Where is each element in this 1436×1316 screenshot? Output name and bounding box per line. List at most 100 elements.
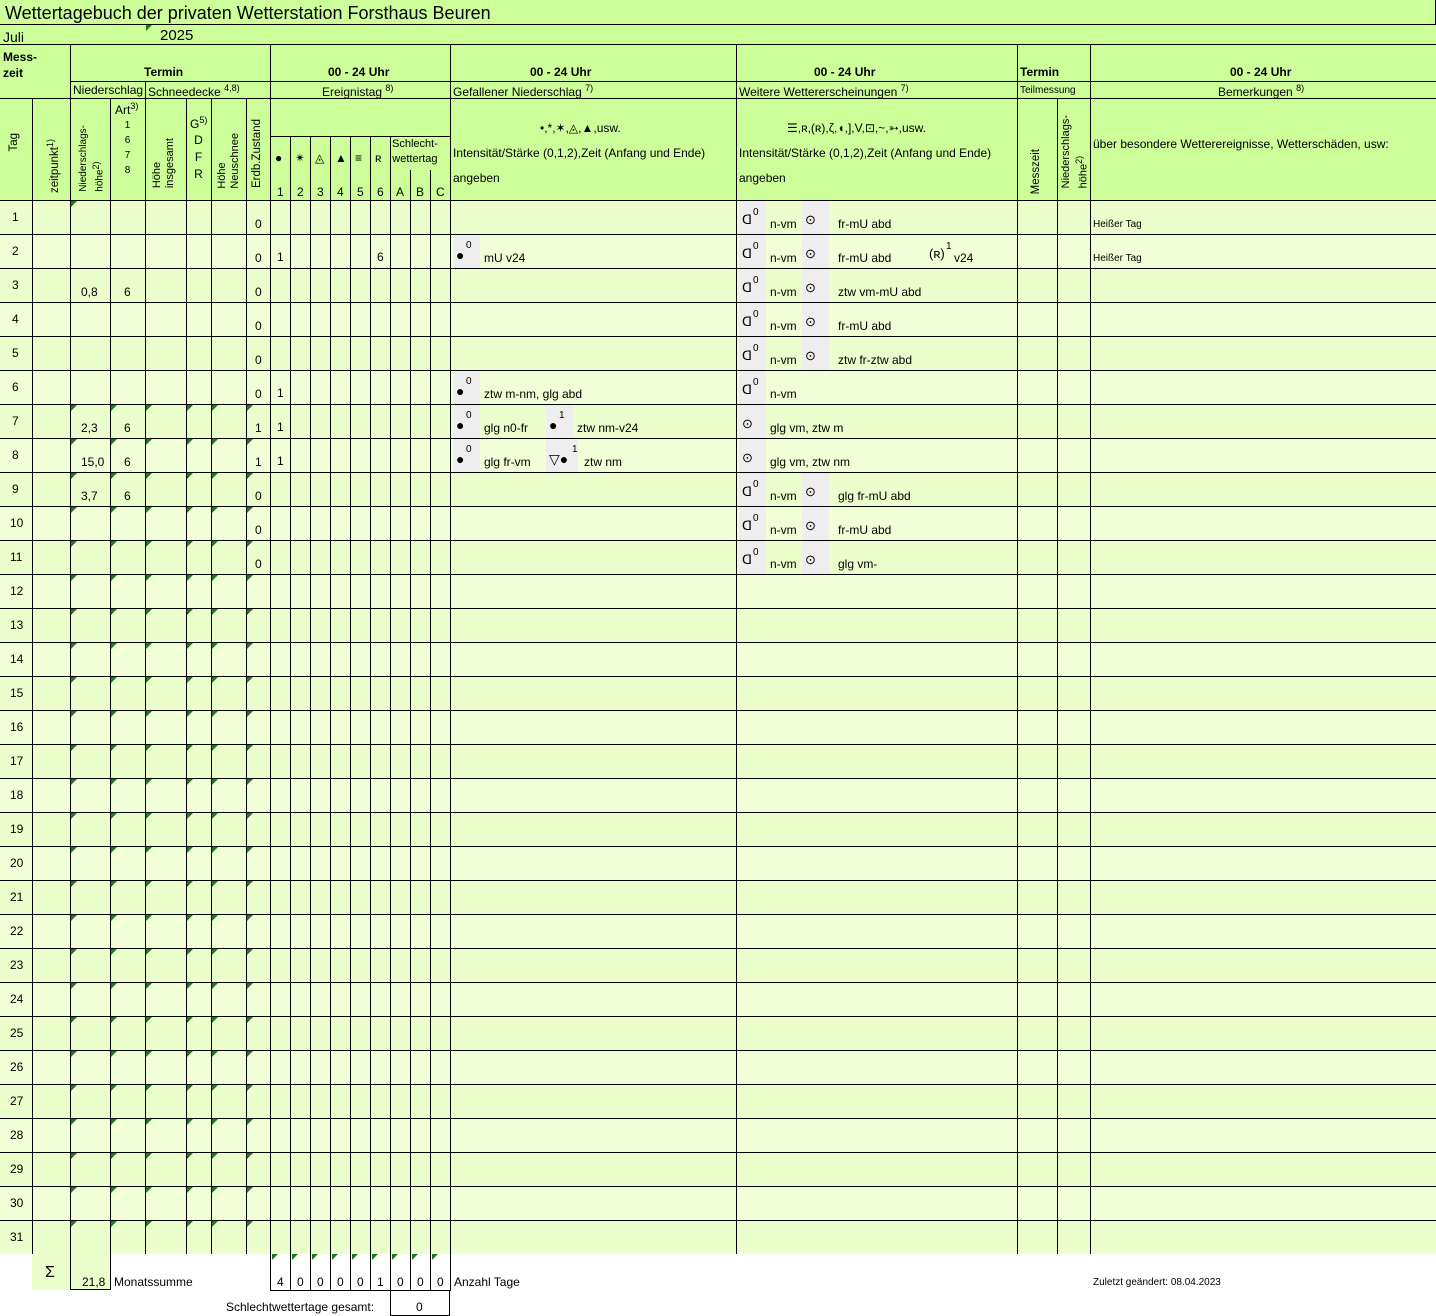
divider: [330, 915, 331, 949]
weather-time-text: fr-mU abd: [838, 523, 892, 537]
divider: [390, 439, 391, 473]
divider: [1057, 711, 1058, 745]
divider: [450, 269, 451, 303]
comment-marker: [212, 881, 218, 887]
divider: [246, 235, 247, 269]
erdb-value: 0: [255, 557, 262, 571]
divider: [290, 405, 291, 439]
divider: [350, 745, 351, 779]
divider: [1090, 507, 1091, 541]
divider: [70, 337, 71, 371]
day-number: 27: [10, 1094, 24, 1108]
divider: [370, 711, 371, 745]
divider: [1017, 1017, 1018, 1051]
day-number: 30: [10, 1196, 24, 1210]
comment-marker: [312, 1254, 318, 1260]
count-value: 0: [357, 1275, 364, 1289]
divider: [1017, 983, 1018, 1017]
table-row: 5 0 ᗡ 0 n-vm ⊙ ztw fr-ztw abd: [0, 337, 1436, 371]
divider: [70, 371, 71, 405]
divider: [310, 609, 311, 643]
comment-marker: [432, 1254, 438, 1260]
ereignis-symbol: ≡: [355, 151, 363, 165]
comment-marker: [187, 405, 193, 411]
comment-marker: [146, 915, 152, 921]
g-header: G5): [190, 115, 208, 131]
comment-marker: [71, 1119, 77, 1125]
schlecht-gesamt-label: Schlechtwettertage gesamt:: [226, 1300, 375, 1314]
divider: [370, 507, 371, 541]
comment-marker: [187, 949, 193, 955]
weather-symbol: ⊙: [805, 348, 816, 363]
divider: [270, 575, 271, 609]
divider: [390, 201, 391, 235]
divider: [370, 1017, 371, 1051]
divider: [270, 1221, 271, 1255]
divider: [1057, 235, 1058, 269]
divider: [330, 949, 331, 983]
divider: [1017, 1153, 1018, 1187]
divider: [1017, 745, 1018, 779]
divider: [410, 677, 411, 711]
divider: [330, 643, 331, 677]
divider: [430, 915, 431, 949]
schlecht-gesamt-value: 0: [416, 1300, 423, 1314]
comment-marker: [187, 1051, 193, 1057]
divider: [450, 1221, 451, 1255]
divider: [736, 915, 737, 949]
intensity-value: 0: [753, 207, 759, 218]
gdfr-code: R: [194, 167, 203, 181]
remark: Heißer Tag: [1093, 253, 1142, 264]
divider: [186, 269, 187, 303]
divider: [1057, 337, 1058, 371]
divider: [736, 201, 737, 235]
divider: [410, 1187, 411, 1221]
divider: [211, 269, 212, 303]
ereignis-symbol: ✴: [295, 151, 306, 165]
divider: [1057, 98, 1058, 201]
comment-marker: [187, 677, 193, 683]
day-number: 11: [10, 550, 23, 564]
divider: [1057, 881, 1058, 915]
comment-marker: [247, 745, 253, 751]
ereignis-1-value: 1: [277, 454, 284, 468]
table-row: 28: [0, 1119, 1436, 1153]
divider: [736, 507, 737, 541]
erdb-value: 0: [255, 387, 262, 401]
divider: [270, 45, 271, 201]
comment-marker: [146, 575, 152, 581]
comment-marker: [352, 1254, 358, 1260]
table-row: 2 0 1 6 Heißer Tag ● 0 mU v24 ᗡ 0 n-vm ⊙ fr-mU abd (ʀ…: [0, 235, 1436, 269]
divider: [1090, 1221, 1091, 1255]
divider: [370, 983, 371, 1017]
divider: [390, 575, 391, 609]
schlecht-code: A: [396, 185, 405, 199]
divider: [1017, 303, 1018, 337]
ereignis-symbol: ʀ: [375, 151, 382, 165]
erdb-value: 1: [255, 455, 262, 469]
footer: Σ 21,8 Monatssumme 400001000 Anzahl Tage…: [0, 1254, 1436, 1316]
divider: [450, 235, 451, 269]
table-row: 23: [0, 949, 1436, 983]
comment-marker: [187, 915, 193, 921]
art-codes: 1 6 7 8: [110, 118, 145, 178]
weather-symbol: ᗡ: [742, 484, 752, 499]
divider: [211, 371, 212, 405]
divider: [1017, 609, 1018, 643]
divider: [330, 136, 331, 201]
divider: [736, 371, 737, 405]
divider: [1017, 235, 1018, 269]
comment-marker: [146, 847, 152, 853]
weather-time-text: glg vm-: [838, 557, 878, 571]
divider: [350, 915, 351, 949]
divider: [1090, 405, 1091, 439]
divider: [1090, 541, 1091, 575]
day-number: 6: [12, 380, 19, 394]
divider: [330, 303, 331, 337]
table-row: 9 3,7 6 0 ᗡ 0 n-vm ⊙ glg fr-mU abd: [0, 473, 1436, 507]
weather-time-text: glg vm, ztw m: [770, 421, 844, 435]
divider: [270, 473, 271, 507]
divider: [270, 847, 271, 881]
precip-symbol: ●: [456, 247, 465, 263]
divider: [430, 235, 431, 269]
